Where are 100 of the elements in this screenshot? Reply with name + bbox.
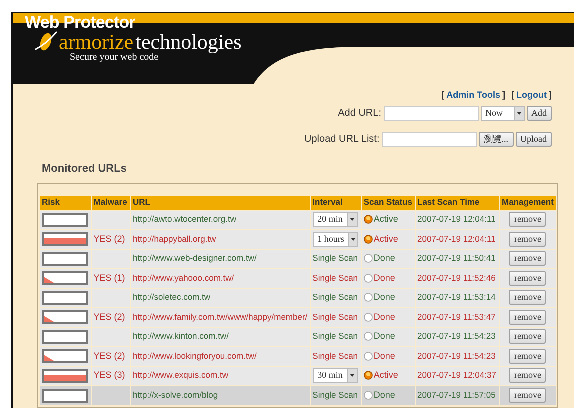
bracket: [ <box>512 89 514 102</box>
risk-meter <box>42 388 88 402</box>
done-status-icon <box>364 352 373 361</box>
done-status-icon <box>364 293 373 302</box>
browse-button[interactable]: 瀏覽... <box>478 132 514 146</box>
url-cell: http://www.family.com.tw/www/happy/member/ <box>130 308 310 327</box>
time-cell: 2007-07-19 11:53:14 <box>415 288 500 308</box>
schedule-select[interactable]: Now <box>480 106 524 120</box>
table-row[interactable]: http://www.kinton.com.tw/ Single Scan Done 2007-07-19 11:54:23 remove <box>40 327 556 346</box>
interval-text: Single Scan <box>312 253 358 264</box>
bracket: ] <box>502 89 506 102</box>
url-input[interactable] <box>384 106 478 120</box>
interval-text: Single Scan <box>312 312 358 322</box>
table-row[interactable]: http://x-solve.com/blog Single Scan Done 2007-07-19 11:57:05 remove <box>40 386 556 405</box>
status-text: Done <box>374 332 396 342</box>
header-link[interactable]: Admin Tools <box>446 89 500 102</box>
interval-select[interactable]: 1 hours <box>312 232 358 247</box>
remove-button[interactable]: remove <box>509 270 546 286</box>
tagline: Secure your web code <box>70 53 159 63</box>
interval-text: Single Scan <box>312 350 358 361</box>
dropdown-arrow-icon <box>350 238 356 241</box>
done-status-icon <box>364 391 373 400</box>
column-header: Risk <box>40 196 92 210</box>
time-cell: 2007-07-19 11:53:47 <box>415 308 500 327</box>
remove-button[interactable]: remove <box>509 232 546 247</box>
remove-button[interactable]: remove <box>509 348 546 364</box>
dropdown-arrow-icon <box>516 112 522 114</box>
interval-text: Single Scan <box>312 331 358 342</box>
table-row[interactable]: YES (2) http://www.family.com.tw/www/happy/member/ Single Scan Done 2007-07-19 11:53:47 remove <box>40 308 556 327</box>
interval-text: Single Scan <box>312 272 358 283</box>
malware-cell: YES (2) <box>91 346 131 366</box>
time-cell: 2007-07-19 11:57:05 <box>415 386 500 405</box>
interval-text: Single Scan <box>312 292 358 302</box>
status-text: Done <box>374 254 396 264</box>
remove-button[interactable]: remove <box>509 251 546 266</box>
remove-button[interactable]: remove <box>509 290 546 306</box>
table-row[interactable]: YES (2) http://happyball.org.tw 1 hours Active 2007-07-19 12:04:11 remove <box>40 230 556 249</box>
time-cell: 2007-07-19 12:04:11 <box>415 210 500 230</box>
bracket: [ <box>442 89 445 102</box>
remove-button[interactable]: remove <box>509 310 546 325</box>
risk-meter <box>42 330 88 344</box>
table-row[interactable]: YES (3) http://www.exquis.com.tw 30 min Active 2007-07-19 12:04:37 remove <box>40 366 556 386</box>
add-url-label: Add URL: <box>338 106 382 120</box>
malware-cell: YES (1) <box>91 268 131 288</box>
url-cell: http://awto.wtocenter.org.tw <box>130 210 310 230</box>
active-status-icon <box>364 234 373 244</box>
column-header: URL <box>130 196 310 210</box>
table-row[interactable]: http://awto.wtocenter.org.tw 20 min Active 2007-07-19 12:04:11 remove <box>40 210 556 230</box>
done-status-icon <box>364 274 373 283</box>
column-header: Management <box>499 196 556 210</box>
status-text: Done <box>374 391 396 400</box>
interval-select[interactable]: 30 min <box>312 368 358 384</box>
remove-button[interactable]: remove <box>509 388 546 403</box>
status-text: Done <box>374 293 396 302</box>
malware-cell <box>91 249 131 268</box>
url-cell: http://happyball.org.tw <box>130 230 310 249</box>
column-header: Interval <box>310 196 362 210</box>
brand-suffix: technologies <box>136 32 242 52</box>
active-status-icon <box>364 371 373 380</box>
file-input[interactable] <box>382 132 477 146</box>
remove-button[interactable]: remove <box>509 329 546 344</box>
bracket: ] <box>549 89 552 102</box>
done-status-icon <box>364 312 373 322</box>
done-status-icon <box>364 254 373 264</box>
table-row[interactable]: http://soletec.com.tw Single Scan Done 2007-07-19 11:53:14 remove <box>40 288 556 308</box>
risk-meter <box>42 212 88 227</box>
time-cell: 2007-07-19 12:04:11 <box>415 230 500 249</box>
remove-button[interactable]: remove <box>509 368 546 384</box>
url-cell: http://www.yahooo.com.tw/ <box>130 268 310 288</box>
risk-meter <box>42 349 88 364</box>
time-cell: 2007-07-19 11:50:41 <box>415 249 500 268</box>
column-header: Scan Status <box>361 196 416 210</box>
table-row[interactable]: http://www.web-designer.com.tw/ Single Scan Done 2007-07-19 11:50:41 remove <box>40 249 556 268</box>
risk-meter <box>42 290 88 305</box>
table-row[interactable]: YES (2) http://www.lookingforyou.com.tw/ Single Scan Done 2007-07-19 11:54:23 remove <box>40 346 556 366</box>
time-cell: 2007-07-19 12:04:37 <box>415 366 500 386</box>
url-cell: http://x-solve.com/blog <box>130 386 310 405</box>
status-text: Done <box>374 352 396 361</box>
interval-select[interactable]: 20 min <box>312 212 358 228</box>
malware-cell: YES (3) <box>91 366 131 386</box>
remove-button[interactable]: remove <box>509 212 546 228</box>
interval-text: Single Scan <box>312 390 358 400</box>
time-cell: 2007-07-19 11:54:23 <box>415 327 500 346</box>
risk-meter <box>42 310 88 324</box>
status-text: Done <box>374 274 396 283</box>
url-cell: http://soletec.com.tw <box>130 288 310 308</box>
malware-cell: YES (2) <box>91 308 131 327</box>
malware-cell <box>91 327 131 346</box>
url-cell: http://www.kinton.com.tw/ <box>130 327 310 346</box>
risk-meter <box>42 232 88 246</box>
malware-cell: YES (2) <box>91 230 131 249</box>
status-text: Done <box>374 312 396 322</box>
status-text: Active <box>374 234 398 244</box>
done-status-icon <box>364 332 373 342</box>
time-cell: 2007-07-19 11:54:23 <box>415 346 500 366</box>
add-button[interactable]: Add <box>526 106 552 120</box>
header-link[interactable]: Logout <box>516 89 547 102</box>
upload-button[interactable]: Upload <box>516 132 552 146</box>
table-row[interactable]: YES (1) http://www.yahooo.com.tw/ Single Scan Done 2007-07-19 11:52:46 remove <box>40 268 556 288</box>
column-header: Last Scan Time <box>415 196 500 210</box>
